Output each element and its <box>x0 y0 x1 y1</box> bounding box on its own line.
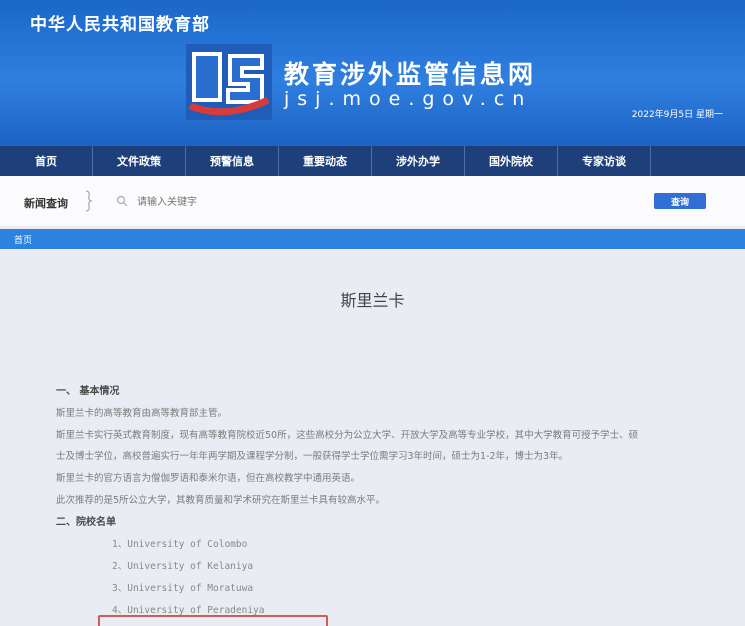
list-item: 4、University of Peradeniya <box>112 605 265 616</box>
current-date: 2022年9月5日 星期一 <box>631 110 723 120</box>
page: 中华人民共和国教育部 教育涉外监管信息网 jsj.moe.gov.cn 2022… <box>0 0 745 626</box>
nav-item-overseas-institutions[interactable]: 国外院校 <box>465 146 558 176</box>
nav-item-news[interactable]: 重要动态 <box>279 146 372 176</box>
separator-brace-icon <box>85 190 92 212</box>
section-heading-institutions: 二、院校名单 <box>56 517 116 528</box>
article-content: 斯里兰卡 一、 基本情况 斯里兰卡的高等教育由高等教育部主管。 斯里兰卡实行英式… <box>0 249 745 626</box>
nav-item-home[interactable]: 首页 <box>0 146 93 176</box>
main-nav: 首页 文件政策 预警信息 重要动态 涉外办学 国外院校 专家访谈 <box>0 146 745 176</box>
site-domain: jsj.moe.gov.cn <box>284 88 533 110</box>
header-banner: 中华人民共和国教育部 教育涉外监管信息网 jsj.moe.gov.cn 2022… <box>0 0 745 146</box>
list-item: 1、University of Colombo <box>112 539 248 550</box>
paragraph: 斯里兰卡的官方语言为僧伽罗语和泰米尔语，但在高校教学中通用英语。 <box>56 473 361 484</box>
nav-item-foreign-schools[interactable]: 涉外办学 <box>372 146 465 176</box>
section-heading-basics: 一、 基本情况 <box>56 386 120 397</box>
search-input[interactable] <box>135 190 619 214</box>
paragraph: 斯里兰卡实行英式教育制度，现有高等教育院校近50所，这些高校分为公立大学、开放大… <box>56 430 639 441</box>
paragraph: 此次推荐的是5所公立大学，其教育质量和学术研究在斯里兰卡具有较高水平。 <box>56 495 386 506</box>
list-item: 3、University of Moratuwa <box>112 583 254 594</box>
ministry-name[interactable]: 中华人民共和国教育部 <box>30 10 210 35</box>
search-button[interactable]: 查询 <box>654 193 706 209</box>
highlight-box <box>98 615 328 626</box>
site-logo-icon[interactable] <box>186 44 272 120</box>
search-icon <box>116 195 128 207</box>
breadcrumb-bar: 首页 <box>0 229 745 249</box>
breadcrumb-home[interactable]: 首页 <box>14 233 32 246</box>
nav-item-warnings[interactable]: 预警信息 <box>186 146 279 176</box>
list-item: 2、University of Kelaniya <box>112 561 254 572</box>
search-label: 新闻查询 <box>24 197 68 210</box>
nav-item-expert-interviews[interactable]: 专家访谈 <box>558 146 651 176</box>
site-name: 教育涉外监管信息网 <box>284 60 537 89</box>
paragraph: 斯里兰卡的高等教育由高等教育部主管。 <box>56 408 228 419</box>
article-title: 斯里兰卡 <box>340 291 405 310</box>
search-bar: 新闻查询 <box>0 176 745 226</box>
paragraph: 士及博士学位，高校普遍实行一年年两学期及课程学分制，一般获得学士学位需学习3年时… <box>56 451 569 462</box>
nav-item-policy[interactable]: 文件政策 <box>93 146 186 176</box>
